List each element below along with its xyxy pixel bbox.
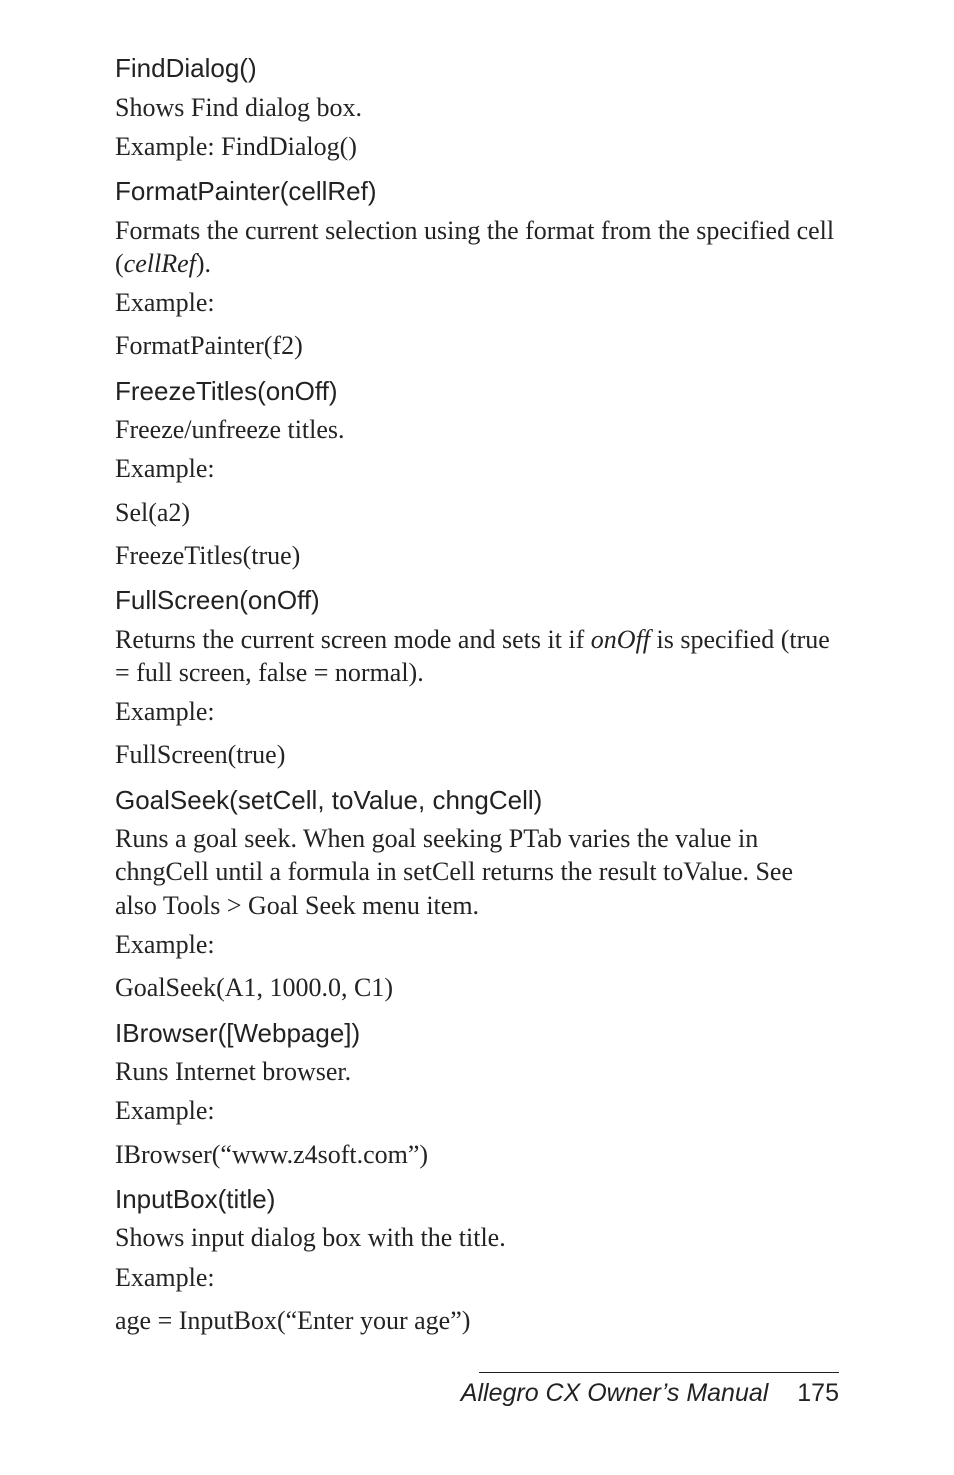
body-line: FullScreen(true) [115,738,839,771]
body-line: Example: FindDialog() [115,130,839,163]
text: Returns the current screen mode and sets… [115,625,591,654]
section-body: Formats the current selection using the … [115,214,839,363]
section-heading: FindDialog() [115,52,839,85]
section-heading: IBrowser([Webpage]) [115,1017,839,1050]
body-line: Formats the current selection using the … [115,214,839,281]
body-line: Example: [115,928,839,961]
footer-page-number: 175 [775,1379,839,1407]
section-heading: GoalSeek(setCell, toValue, chngCell) [115,784,839,817]
page: FindDialog() Shows Find dialog box. Exampl… [0,0,954,1475]
body-line: FormatPainter(f2) [115,329,839,362]
footer: Allegro CX Owner’s Manual 175 [115,1372,839,1408]
footer-title: Allegro CX Owner’s Manual [461,1379,769,1407]
body-line: age = InputBox(“Enter your age”) [115,1304,839,1337]
section: InputBox(title) Shows input dialog box wi… [115,1183,839,1337]
body-line: Example: [115,695,839,728]
italic-text: cellRef [124,249,196,278]
section-body: Runs a goal seek. When goal seeking PTab… [115,822,839,1004]
section-body: Shows input dialog box with the title. Ex… [115,1221,839,1337]
footer-text: Allegro CX Owner’s Manual 175 [115,1379,839,1408]
body-line: Runs Internet browser. [115,1055,839,1088]
body-line: Sel(a2) [115,496,839,529]
section-heading: InputBox(title) [115,1183,839,1216]
text: ). [196,249,211,278]
body-line: GoalSeek(A1, 1000.0, C1) [115,971,839,1004]
section: FreezeTitles(onOff) Freeze/unfreeze title… [115,375,839,573]
section-heading: FreezeTitles(onOff) [115,375,839,408]
content: FindDialog() Shows Find dialog box. Exampl… [115,52,839,1337]
section: FindDialog() Shows Find dialog box. Exampl… [115,52,839,163]
body-line: Example: [115,1261,839,1294]
body-line: Example: [115,452,839,485]
section-body: Returns the current screen mode and sets… [115,623,839,772]
body-line: IBrowser(“www.z4soft.com”) [115,1138,839,1171]
body-line: Shows input dialog box with the title. [115,1221,839,1254]
body-line: Returns the current screen mode and sets… [115,623,839,690]
body-line: Runs a goal seek. When goal seeking PTab… [115,822,839,922]
section-heading: FormatPainter(cellRef) [115,175,839,208]
section-body: Freeze/unfreeze titles. Example: Sel(a2) Fr… [115,413,839,572]
section: GoalSeek(setCell, toValue, chngCell) Runs… [115,784,839,1005]
section-heading: FullScreen(onOff) [115,584,839,617]
text: Formats the current selection using the … [115,216,834,278]
italic-text: onOff [591,625,650,654]
body-line: Shows Find dialog box. [115,91,839,124]
body-line: Freeze/unfreeze titles. [115,413,839,446]
section: FullScreen(onOff) Returns the current scr… [115,584,839,772]
section: FormatPainter(cellRef) Formats the curren… [115,175,839,363]
body-line: Example: [115,286,839,319]
body-line: FreezeTitles(true) [115,539,839,572]
footer-rule [479,1372,839,1373]
section-body: Shows Find dialog box. Example: FindDialo… [115,91,839,164]
body-line: Example: [115,1094,839,1127]
section-body: Runs Internet browser. Example: IBrowser(“… [115,1055,839,1171]
section: IBrowser([Webpage]) Runs Internet browser… [115,1017,839,1171]
